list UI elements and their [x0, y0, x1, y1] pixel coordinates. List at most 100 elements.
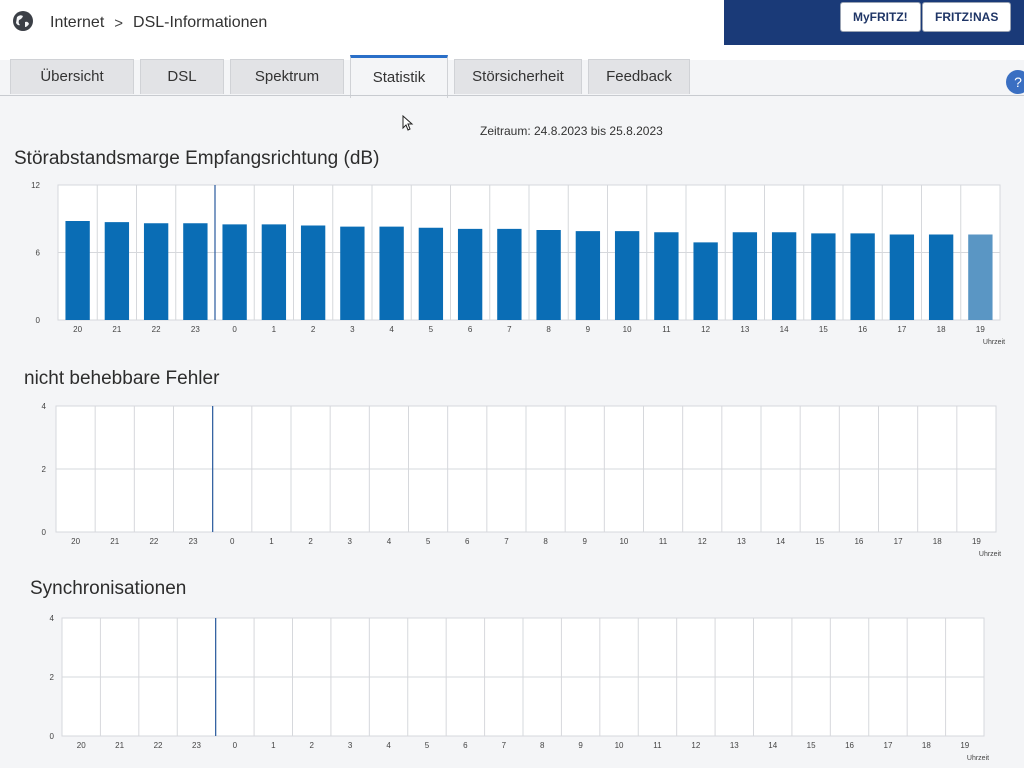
bar — [575, 231, 601, 320]
bar — [811, 233, 836, 320]
bar — [614, 231, 640, 320]
x-tick-label: 17 — [894, 537, 903, 546]
bar — [379, 226, 404, 320]
bar — [536, 230, 561, 320]
x-tick-label: 22 — [154, 741, 163, 750]
x-tick-label: 7 — [507, 325, 512, 334]
bar — [300, 225, 326, 320]
x-tick-label: 11 — [653, 741, 662, 750]
bar — [889, 234, 915, 320]
x-tick-label: 19 — [960, 741, 969, 750]
x-tick-label: 9 — [586, 325, 591, 334]
x-tick-label: 17 — [897, 325, 906, 334]
x-tick-label: 19 — [976, 325, 985, 334]
x-tick-label: 23 — [192, 741, 201, 750]
x-tick-label: 12 — [691, 741, 700, 750]
x-tick-label: 1 — [271, 741, 276, 750]
x-tick-label: 1 — [269, 537, 274, 546]
x-tick-label: 23 — [189, 537, 198, 546]
x-tick-label: 22 — [149, 537, 158, 546]
x-tick-label: 3 — [348, 741, 353, 750]
x-tick-label: 10 — [619, 537, 628, 546]
bar — [183, 223, 208, 320]
x-tick-label: 0 — [232, 325, 237, 334]
x-tick-label: 4 — [389, 325, 394, 334]
x-tick-label: 15 — [807, 741, 816, 750]
x-tick-label: 20 — [73, 325, 82, 334]
x-tick-label: 9 — [583, 537, 588, 546]
x-tick-label: 10 — [615, 741, 624, 750]
x-tick-label: 9 — [578, 741, 583, 750]
bar — [340, 226, 365, 320]
x-tick-label: 13 — [737, 537, 746, 546]
x-tick-label: 0 — [230, 537, 235, 546]
x-tick-label: 17 — [884, 741, 893, 750]
x-axis-label: Uhrzeit — [967, 755, 989, 762]
x-tick-label: 11 — [662, 325, 671, 334]
x-tick-label: 20 — [77, 741, 86, 750]
x-tick-label: 12 — [698, 537, 707, 546]
y-tick-label: 6 — [36, 249, 41, 258]
y-tick-label: 2 — [42, 465, 47, 474]
x-tick-label: 14 — [780, 325, 789, 334]
x-tick-label: 18 — [922, 741, 931, 750]
x-tick-label: 2 — [311, 325, 316, 334]
x-tick-label: 3 — [348, 537, 353, 546]
bar — [457, 228, 483, 320]
x-tick-label: 7 — [504, 537, 509, 546]
x-tick-label: 6 — [468, 325, 473, 334]
x-tick-label: 16 — [858, 325, 867, 334]
x-tick-label: 6 — [463, 741, 468, 750]
x-tick-label: 21 — [115, 741, 124, 750]
x-tick-label: 11 — [659, 537, 668, 546]
x-tick-label: 16 — [845, 741, 854, 750]
x-tick-label: 4 — [386, 741, 391, 750]
x-tick-label: 6 — [465, 537, 470, 546]
bar — [104, 222, 130, 320]
x-tick-label: 14 — [768, 741, 777, 750]
bar — [654, 232, 679, 320]
x-tick-label: 16 — [854, 537, 863, 546]
bar — [732, 232, 758, 320]
bar — [261, 224, 287, 320]
x-tick-label: 21 — [112, 325, 121, 334]
x-tick-label: 3 — [350, 325, 355, 334]
x-tick-label: 22 — [152, 325, 161, 334]
x-tick-label: 8 — [540, 741, 545, 750]
x-tick-label: 2 — [309, 741, 314, 750]
y-tick-label: 4 — [50, 614, 55, 623]
x-tick-label: 18 — [933, 537, 942, 546]
x-tick-label: 8 — [546, 325, 551, 334]
x-tick-label: 13 — [730, 741, 739, 750]
bar — [928, 234, 954, 320]
x-tick-label: 15 — [819, 325, 828, 334]
x-tick-label: 1 — [272, 325, 277, 334]
x-axis-label: Uhrzeit — [979, 551, 1001, 558]
x-tick-label: 0 — [233, 741, 238, 750]
bar — [418, 227, 444, 320]
x-tick-label: 8 — [543, 537, 548, 546]
bar — [968, 234, 993, 320]
y-tick-label: 0 — [50, 732, 55, 741]
y-tick-label: 2 — [50, 673, 55, 682]
x-axis-label: Uhrzeit — [983, 339, 1005, 346]
bar — [693, 242, 718, 320]
x-tick-label: 2 — [308, 537, 313, 546]
x-tick-label: 13 — [740, 325, 749, 334]
y-tick-label: 12 — [31, 181, 40, 190]
x-tick-label: 20 — [71, 537, 80, 546]
x-tick-label: 14 — [776, 537, 785, 546]
x-tick-label: 12 — [701, 325, 710, 334]
x-tick-label: 15 — [815, 537, 824, 546]
x-tick-label: 7 — [502, 741, 507, 750]
charts-canvas: 061220 21 22 23 0 1 2 3 4 5 6 7 8 9 10 11 12 13 14 15 16 17 18… — [31, 181, 1005, 762]
y-tick-label: 0 — [36, 316, 41, 325]
x-tick-label: 4 — [387, 537, 392, 546]
x-tick-label: 5 — [425, 741, 430, 750]
x-tick-label: 10 — [623, 325, 632, 334]
x-tick-label: 23 — [191, 325, 200, 334]
bar — [65, 221, 90, 320]
bar — [497, 228, 522, 320]
bar — [143, 223, 169, 320]
bar — [222, 224, 247, 320]
